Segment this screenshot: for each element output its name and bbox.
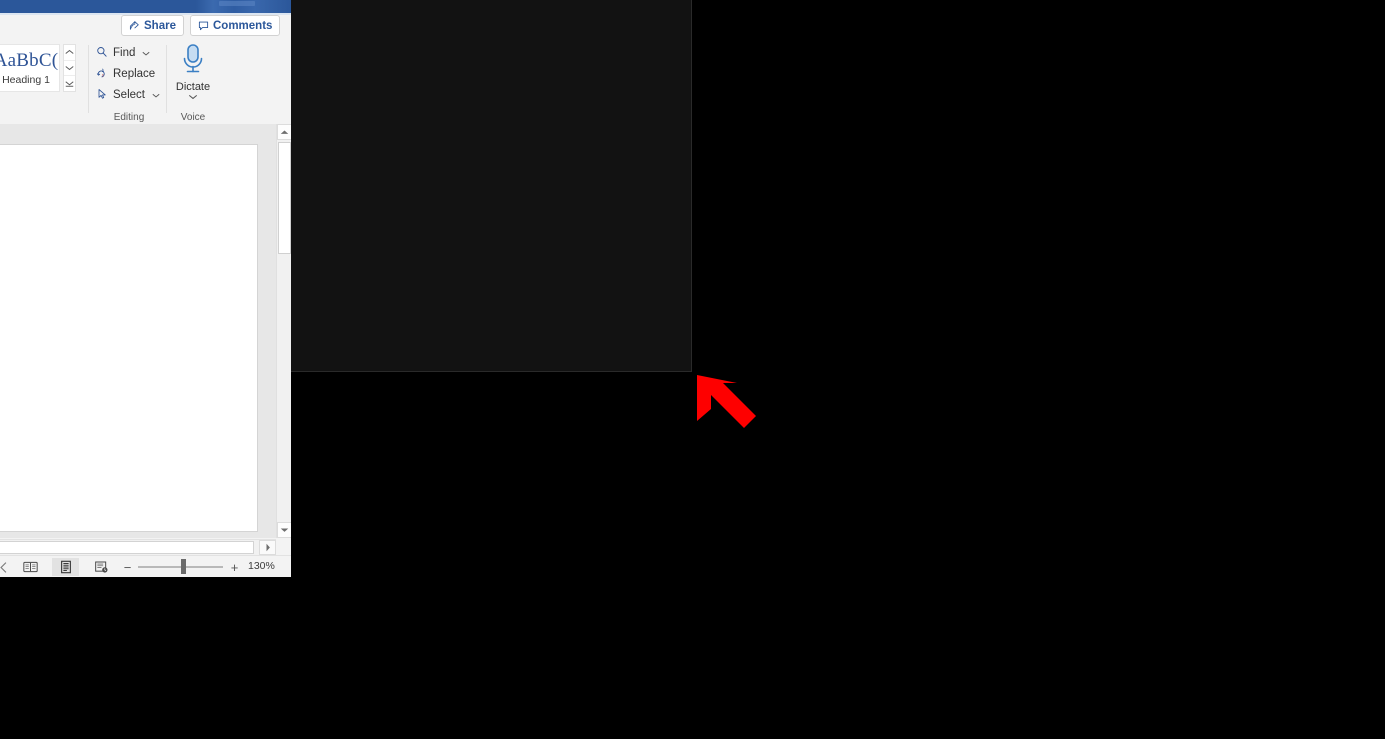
zoom-out-button[interactable]: − — [121, 560, 134, 574]
title-bar[interactable] — [0, 0, 291, 13]
styles-scroll-down-button[interactable] — [64, 59, 75, 76]
chevron-down-icon[interactable] — [152, 91, 160, 100]
chevron-down-icon[interactable] — [142, 49, 150, 58]
word-window: Share Comments AaBbC( Heading 1 Find b c… — [0, 0, 291, 577]
document-canvas[interactable] — [0, 124, 276, 538]
group-separator-2 — [166, 45, 167, 113]
ribbon: AaBbC( Heading 1 Find b c Replace Select… — [0, 39, 291, 159]
replace-label: Replace — [113, 67, 156, 80]
cursor-arrow-icon — [96, 88, 108, 103]
document-page[interactable] — [0, 144, 258, 532]
title-bar-chip — [219, 1, 255, 6]
zoom-in-label: + — [230, 559, 239, 575]
select-label: Select — [113, 88, 145, 101]
share-person-icon — [129, 20, 140, 31]
vertical-scrollbar[interactable] — [276, 124, 291, 538]
editing-group: Find b c Replace Select Editing — [92, 39, 166, 124]
styles-group: AaBbC( Heading 1 — [0, 39, 88, 158]
style-preview-text: AaBbC( — [0, 49, 59, 71]
find-label: Find — [113, 46, 136, 59]
status-view-button-web-layout[interactable] — [88, 558, 115, 576]
zoom-percentage[interactable]: 130% — [248, 560, 275, 572]
dictate-label: Dictate — [175, 81, 211, 93]
select-button[interactable]: Select — [96, 86, 160, 105]
styles-scroll-up-button[interactable] — [64, 45, 75, 60]
dark-background-panel — [291, 0, 692, 372]
red-arrow-annotation — [690, 368, 775, 453]
status-view-button-read-mode[interactable] — [17, 558, 44, 576]
screen-root: Share Comments AaBbC( Heading 1 Find b c… — [0, 0, 1385, 739]
share-button[interactable]: Share — [121, 15, 184, 36]
styles-gallery-scroll — [63, 44, 76, 92]
ribbon-top-strip: Share Comments — [0, 15, 291, 39]
zoom-out-label: − — [123, 559, 132, 575]
comment-bubble-icon — [198, 20, 209, 31]
comments-button-label: Comments — [213, 19, 273, 32]
dictate-button[interactable]: Dictate — [170, 43, 216, 105]
vertical-scrollbar-thumb[interactable] — [278, 142, 291, 254]
replace-button[interactable]: b c Replace — [96, 65, 155, 84]
style-name-label: Heading 1 — [2, 73, 50, 86]
chevron-down-icon[interactable] — [188, 94, 198, 101]
voice-group-label: Voice — [180, 112, 206, 123]
scroll-right-arrow-icon[interactable] — [259, 540, 276, 555]
share-button-label: Share — [144, 19, 176, 32]
horizontal-scrollbar[interactable] — [0, 539, 276, 555]
zoom-slider-thumb[interactable] — [181, 559, 186, 574]
magnifier-icon — [96, 46, 108, 61]
voice-group: Dictate Voice — [170, 39, 216, 124]
zoom-in-button[interactable]: + — [228, 560, 241, 574]
comments-button[interactable]: Comments — [190, 15, 281, 36]
scroll-down-arrow-icon[interactable] — [277, 522, 291, 538]
editing-group-label: Editing — [113, 112, 145, 123]
microphone-icon — [180, 43, 206, 80]
scroll-up-arrow-icon[interactable] — [277, 124, 291, 140]
status-view-button-print-layout[interactable] — [52, 558, 79, 576]
style-gallery-item-heading1[interactable]: AaBbC( Heading 1 — [0, 44, 60, 92]
horizontal-scrollbar-thumb[interactable] — [0, 541, 254, 554]
status-view-button-extra[interactable] — [0, 558, 17, 576]
replace-bc-icon: b c — [96, 67, 108, 82]
group-separator-1 — [88, 45, 89, 113]
status-bar: − + 130% — [0, 555, 291, 577]
styles-more-button[interactable] — [64, 75, 75, 91]
find-button[interactable]: Find — [96, 44, 150, 63]
